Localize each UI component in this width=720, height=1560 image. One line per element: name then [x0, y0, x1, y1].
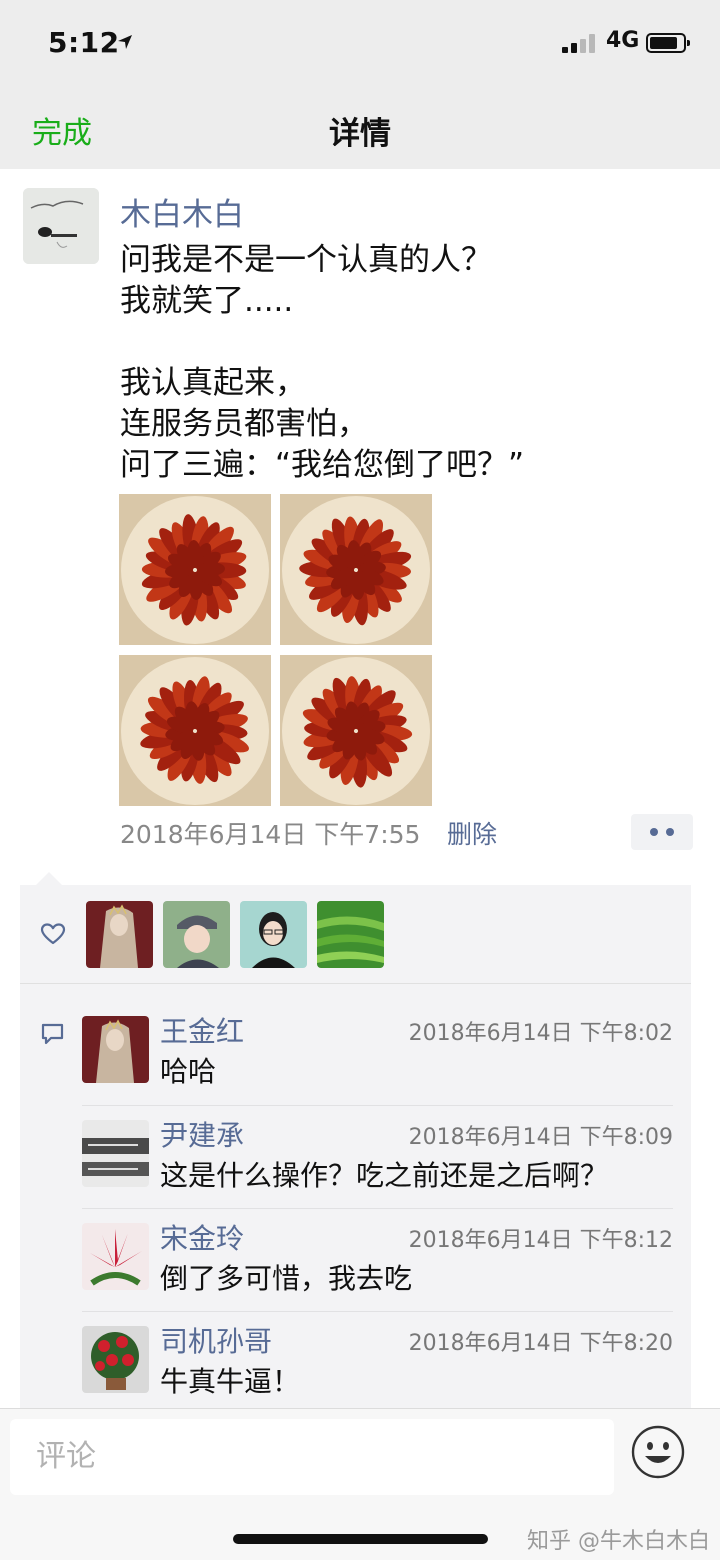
comment-item: 尹建承 2018年6月14日 下午8:09 这是什么操作？吃之前还是之后啊？	[82, 1105, 673, 1210]
commenter-name[interactable]: 王金红	[160, 1010, 244, 1050]
commenter-name[interactable]: 尹建承	[160, 1114, 244, 1154]
commenter-avatar[interactable]	[82, 1016, 149, 1083]
post-line: 我认真起来，	[120, 365, 306, 401]
status-time: 5:12	[48, 26, 120, 59]
commenter-name[interactable]: 宋金玲	[160, 1217, 244, 1257]
comment-item: 王金红 2018年6月14日 下午8:02 哈哈	[82, 1002, 673, 1106]
battery-icon	[646, 33, 690, 53]
commenter-avatar[interactable]	[82, 1326, 149, 1393]
likes-comments-panel: 王金红 2018年6月14日 下午8:02 哈哈 尹建承 2018年6月14日 …	[20, 885, 691, 1415]
author-name[interactable]: 木白木白	[120, 189, 244, 234]
comment-bar: 知乎 @牛木白木白	[0, 1408, 720, 1560]
cellular-signal-icon	[562, 33, 598, 53]
post-line: 问我是不是一个认真的人？	[120, 242, 492, 278]
crayfish-photo-4[interactable]	[280, 655, 432, 806]
delete-button[interactable]: 删除	[447, 815, 497, 851]
comment-time: 2018年6月14日 下午8:20	[408, 1331, 673, 1356]
like-avatar-3[interactable]	[240, 901, 307, 968]
dot-icon	[666, 828, 674, 836]
comment-item: 宋金玲 2018年6月14日 下午8:12 倒了多可惜，我去吃	[82, 1208, 673, 1313]
post-line: 问了三遍：“我给您倒了吧？”	[120, 447, 525, 483]
heart-icon	[40, 923, 66, 945]
likes-row	[20, 885, 691, 984]
post-line	[120, 322, 700, 363]
more-actions-button[interactable]	[631, 814, 693, 850]
comment-time: 2018年6月14日 下午8:09	[408, 1125, 673, 1150]
comment-text: 牛真牛逼！	[160, 1365, 301, 1398]
comment-text: 这是什么操作？吃之前还是之后啊？	[160, 1159, 609, 1192]
nav-bar: 完成 详情	[0, 88, 720, 169]
comment-input[interactable]	[10, 1419, 614, 1495]
post-text: 问我是不是一个认真的人？ 我就笑了..... 我认真起来， 连服务员都害怕， 问…	[120, 240, 700, 486]
author-avatar[interactable]	[23, 188, 99, 264]
comment-text: 哈哈	[160, 1055, 217, 1088]
emoji-icon[interactable]	[630, 1424, 686, 1480]
like-avatar-1[interactable]	[86, 901, 153, 968]
page-title: 详情	[329, 116, 391, 152]
like-avatar-2[interactable]	[163, 901, 230, 968]
post-line: 连服务员都害怕，	[120, 406, 368, 442]
commenter-name[interactable]: 司机孙哥	[160, 1320, 272, 1360]
post-line: 我就笑了.....	[120, 283, 294, 319]
comment-text: 倒了多可惜，我去吃	[160, 1262, 413, 1295]
like-avatar-4[interactable]	[317, 901, 384, 968]
watermark: 知乎 @牛木白木白	[527, 1529, 710, 1554]
photo-grid	[119, 494, 433, 806]
location-arrow-icon	[118, 35, 132, 49]
crayfish-photo-3[interactable]	[119, 655, 271, 806]
commenter-avatar[interactable]	[82, 1120, 149, 1187]
panel-arrow	[36, 872, 62, 885]
post-timestamp: 2018年6月14日 下午7:55	[120, 820, 421, 849]
comment-time: 2018年6月14日 下午8:12	[408, 1228, 673, 1253]
commenter-avatar[interactable]	[82, 1223, 149, 1290]
comment-icon	[41, 1023, 64, 1045]
comment-item: 司机孙哥 2018年6月14日 下午8:20 牛真牛逼！	[82, 1311, 673, 1416]
crayfish-photo-2[interactable]	[280, 494, 432, 645]
status-bar: 5:12 4G	[0, 0, 720, 88]
comment-time: 2018年6月14日 下午8:02	[408, 1021, 673, 1046]
dot-icon	[650, 828, 658, 836]
crayfish-photo-1[interactable]	[119, 494, 271, 645]
home-indicator[interactable]	[233, 1534, 488, 1544]
network-type: 4G	[606, 28, 640, 53]
